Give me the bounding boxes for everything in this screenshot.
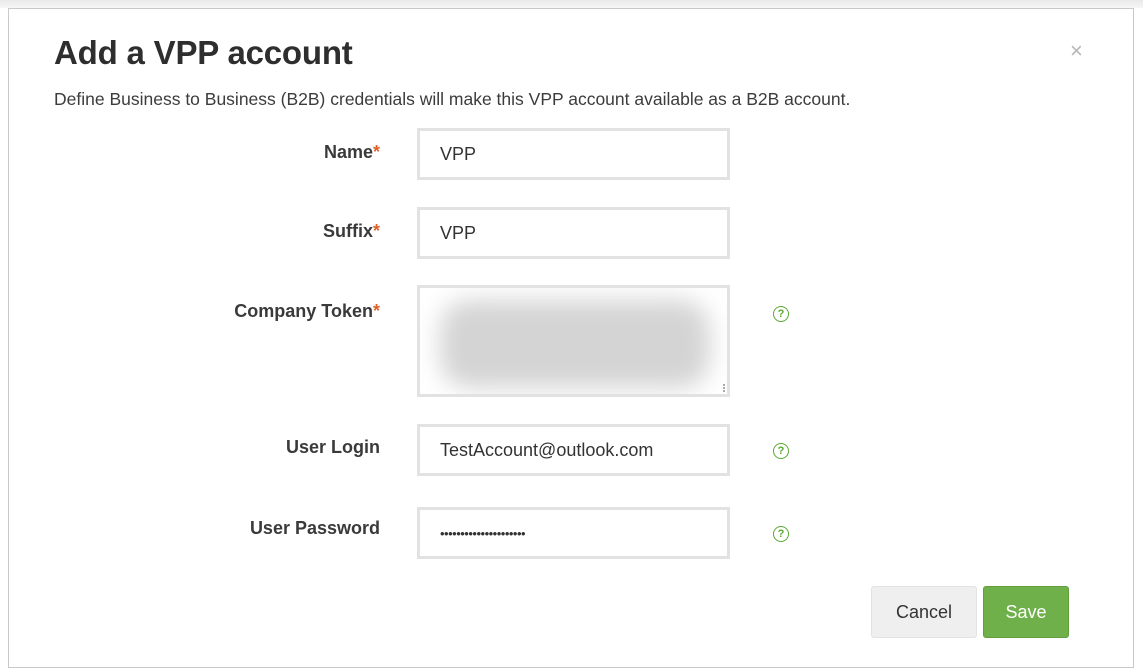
suffix-label: Suffix*	[20, 221, 380, 242]
suffix-label-text: Suffix	[322, 221, 373, 241]
redacted-token-blur	[440, 300, 710, 388]
name-label: Name*	[20, 142, 380, 163]
name-label-text: Name	[323, 142, 373, 162]
close-icon[interactable]: ×	[1070, 40, 1083, 62]
save-button[interactable]: Save	[983, 586, 1069, 638]
backdrop-top-edge	[0, 0, 1143, 8]
company-token-label: Company Token*	[20, 301, 380, 322]
help-icon[interactable]: ?	[773, 443, 789, 459]
required-marker: *	[372, 142, 380, 162]
required-marker: *	[372, 221, 380, 241]
name-input[interactable]	[417, 128, 730, 180]
cancel-button[interactable]: Cancel	[871, 586, 977, 638]
user-password-input[interactable]	[417, 507, 730, 559]
user-login-label: User Login	[285, 437, 380, 457]
dialog-description: Define Business to Business (B2B) creden…	[54, 89, 851, 109]
company-token-label-text: Company Token	[234, 301, 373, 321]
suffix-input[interactable]	[417, 207, 730, 259]
dialog-title: Add a VPP account	[54, 34, 353, 71]
company-token-textarea[interactable]	[417, 285, 730, 397]
user-password-label: User Password	[249, 518, 380, 538]
help-icon[interactable]: ?	[773, 306, 789, 322]
user-login-input[interactable]	[417, 424, 730, 476]
required-marker: *	[372, 301, 380, 321]
resize-handle[interactable]	[718, 384, 725, 392]
help-icon[interactable]: ?	[773, 526, 789, 542]
